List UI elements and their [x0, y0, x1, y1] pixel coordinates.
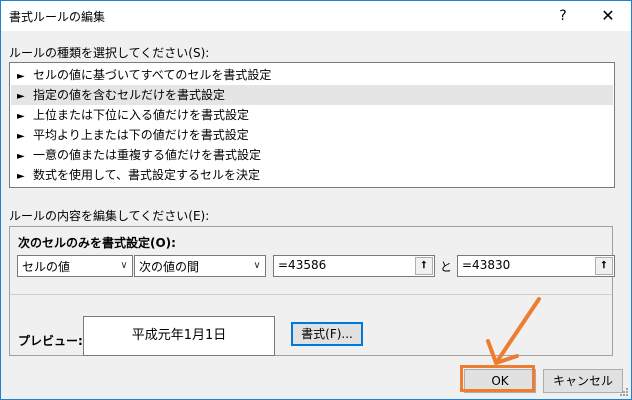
bullet-arrow-icon: ► [17, 171, 25, 182]
cancel-button[interactable]: キャンセル [543, 369, 623, 393]
divider [10, 294, 612, 295]
chevron-down-icon: ∨ [120, 260, 128, 271]
help-button[interactable]: ? [540, 1, 586, 31]
and-label: と [440, 260, 453, 274]
rule-content-label: ルールの内容を編集してください(E): [9, 209, 210, 223]
bullet-arrow-icon: ► [17, 71, 25, 82]
bullet-arrow-icon: ► [17, 91, 25, 102]
rule-type-item-label: セルの値に基づいてすべてのセルを書式設定 [33, 68, 272, 82]
cell-reference-icon[interactable]: ⭡ [595, 257, 613, 275]
bullet-arrow-icon: ► [17, 111, 25, 122]
title-bar: 書式ルールの編集 ? ✕ [1, 1, 631, 31]
pointer-arrow-icon [486, 297, 541, 365]
section-title: 次のセルのみを書式設定(O): [18, 236, 176, 250]
cell-reference-icon[interactable]: ⭡ [415, 257, 433, 275]
operator-value: 次の値の間 [139, 260, 200, 274]
preview-label: プレビュー: [18, 334, 83, 348]
rule-type-label: ルールの種類を選択してください(S): [9, 46, 210, 60]
preview-box: 平成元年1月1日 [83, 316, 275, 356]
bullet-arrow-icon: ► [17, 151, 25, 162]
dialog-title: 書式ルールの編集 [9, 10, 106, 24]
value1-input[interactable]: =43586 ⭡ [273, 255, 435, 277]
value1-text: =43586 [278, 258, 327, 272]
bullet-arrow-icon: ► [17, 131, 25, 142]
rule-type-item[interactable]: ► 平均より上または下の値だけを書式設定 [11, 125, 613, 145]
operator-select[interactable]: 次の値の間 ∨ [134, 255, 266, 277]
rule-type-item-label: 一意の値または重複する値だけを書式設定 [33, 148, 262, 162]
condition-type-value: セルの値 [22, 260, 71, 274]
rule-type-item-label: 上位または下位に入る値だけを書式設定 [33, 108, 250, 122]
rule-type-item-label: 数式を使用して、書式設定するセルを決定 [33, 168, 261, 182]
rule-type-item-label: 指定の値を含むセルだけを書式設定 [33, 88, 226, 102]
resize-grip-icon[interactable] [619, 387, 629, 397]
rule-type-item[interactable]: ► 数式を使用して、書式設定するセルを決定 [11, 165, 613, 185]
preview-sample-text: 平成元年1月1日 [131, 328, 227, 343]
rule-type-item-label: 平均より上または下の値だけを書式設定 [33, 128, 249, 142]
rule-type-item[interactable]: ► セルの値に基づいてすべてのセルを書式設定 [11, 65, 613, 85]
rule-type-item[interactable]: ► 上位または下位に入る値だけを書式設定 [11, 105, 613, 125]
rule-type-item[interactable]: ► 一意の値または重複する値だけを書式設定 [11, 145, 613, 165]
condition-type-select[interactable]: セルの値 ∨ [17, 255, 133, 277]
close-button[interactable]: ✕ [585, 1, 631, 31]
rule-type-item-selected[interactable]: ► 指定の値を含むセルだけを書式設定 [11, 85, 613, 105]
rule-type-list[interactable]: ► セルの値に基づいてすべてのセルを書式設定 ► 指定の値を含むセルだけを書式設定 … [9, 62, 615, 188]
value2-text: =43830 [462, 258, 511, 272]
format-rule-dialog: 書式ルールの編集 ? ✕ ルールの種類を選択してください(S): ► セルの値に基… [0, 0, 632, 400]
chevron-down-icon: ∨ [253, 260, 261, 271]
format-button[interactable]: 書式(F)... [291, 322, 363, 346]
value2-input[interactable]: =43830 ⭡ [457, 255, 615, 277]
